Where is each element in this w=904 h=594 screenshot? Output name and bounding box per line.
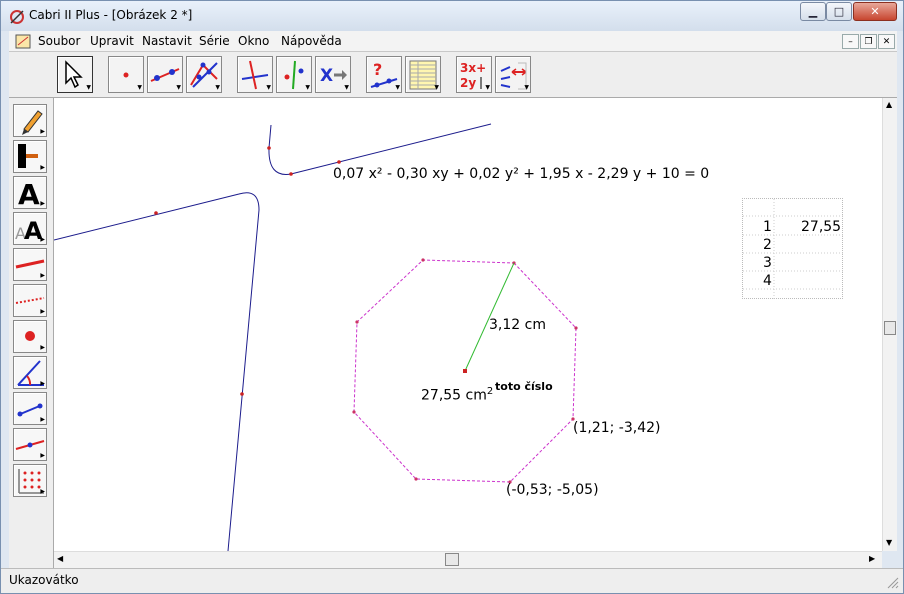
- color-tool-button[interactable]: ▶: [13, 104, 47, 137]
- status-text: Ukazovátko: [9, 573, 79, 587]
- sheet-cell-value[interactable]: 27,55: [801, 219, 841, 235]
- scroll-right-icon[interactable]: ▶: [869, 554, 875, 563]
- point-tool-button[interactable]: ▼: [108, 56, 144, 93]
- horizontal-scroll-thumb[interactable]: [445, 553, 459, 566]
- svg-text:3x+: 3x+: [460, 61, 486, 75]
- doc-restore-button[interactable]: ❐: [860, 34, 877, 49]
- line-thickness-tool-button[interactable]: ▶: [13, 248, 47, 281]
- vertical-scrollbar[interactable]: ▲ ▼: [882, 98, 897, 551]
- menu-bar: Soubor Upravit Nastavit Série Okno Nápov…: [9, 31, 897, 52]
- radius-measure[interactable]: 3,12 cm: [489, 317, 546, 333]
- document-icon[interactable]: [15, 34, 31, 49]
- display-tool-button[interactable]: ▼: [495, 56, 531, 93]
- calculate-tool-button[interactable]: 3x+ 2y ▼: [456, 56, 492, 93]
- point-style-tool-button[interactable]: ▶: [13, 320, 47, 353]
- spreadsheet-grid: [743, 199, 844, 300]
- close-button[interactable]: ✕: [853, 2, 897, 21]
- minimize-icon: ▁: [808, 5, 818, 18]
- maximize-button[interactable]: □: [826, 2, 852, 21]
- menu-napoveda[interactable]: Nápověda: [281, 34, 342, 48]
- tool-bar: ▼ ▼ ▼ ▼ ▼ ▼ X ▼ ? ▼ ▼ 3x+ 2y ▼ ▼: [9, 52, 897, 98]
- scroll-left-icon[interactable]: ◀: [57, 554, 63, 563]
- drawing-canvas[interactable]: 0,07 x² - 0,30 xy + 0,02 y² + 1,95 x - 2…: [54, 98, 882, 551]
- app-window: Cabri II Plus - [Obrázek 2 *] ▁ □ ✕ Soub…: [0, 0, 904, 594]
- cabri-app-icon: [10, 10, 24, 24]
- center-point[interactable]: [463, 369, 467, 373]
- menu-nastavit[interactable]: Nastavit: [142, 34, 192, 48]
- sheet-row-number: 1: [763, 219, 772, 235]
- menu-serie[interactable]: Série: [199, 34, 230, 48]
- area-measure[interactable]: 27,55 cm2: [421, 386, 493, 404]
- conic-branch-lower[interactable]: [54, 192, 260, 551]
- curve-point[interactable]: [337, 160, 341, 164]
- grid-tool-button[interactable]: ▶: [13, 464, 47, 497]
- curve-tool-button[interactable]: ▼: [186, 56, 222, 93]
- attribute-tool-bar: ▶ ▶ A ▶ A A ▶ ▶ ▶ ▶ ▶ ▶ ▶ ▶: [9, 98, 54, 568]
- check-property-tool-button[interactable]: ? ▼: [366, 56, 402, 93]
- line-style-tool-button[interactable]: ▶: [13, 284, 47, 317]
- sheet-row-number: 4: [763, 273, 772, 289]
- curve-point[interactable]: [154, 211, 158, 215]
- menu-okno[interactable]: Okno: [238, 34, 269, 48]
- text-style-tool-button[interactable]: A A ▶: [13, 212, 47, 245]
- maximize-icon: □: [833, 5, 845, 18]
- curve-point[interactable]: [240, 392, 244, 396]
- svg-text:?: ?: [373, 60, 382, 79]
- sheet-row-number: 3: [763, 255, 772, 271]
- vertex-coordinates-1[interactable]: (1,21; -3,42): [573, 420, 661, 436]
- menu-upravit[interactable]: Upravit: [90, 34, 134, 48]
- svg-text:2y: 2y: [460, 76, 476, 90]
- fill-tool-button[interactable]: ▶: [13, 140, 47, 173]
- vertex-coordinates-2[interactable]: (-0,53; -5,05): [506, 482, 599, 498]
- macro-tool-button[interactable]: X ▼: [315, 56, 351, 93]
- scroll-up-icon[interactable]: ▲: [886, 100, 892, 109]
- text-color-tool-button[interactable]: A ▶: [13, 176, 47, 211]
- transform-tool-button[interactable]: ▼: [276, 56, 312, 93]
- title-bar: Cabri II Plus - [Obrázek 2 *] ▁ □ ✕: [1, 1, 903, 31]
- menu-soubor[interactable]: Soubor: [38, 34, 80, 48]
- doc-close-button[interactable]: ✕: [878, 34, 895, 49]
- measure-tool-button[interactable]: ▼: [405, 56, 441, 93]
- svg-text:X: X: [320, 66, 333, 86]
- segment-mark-tool-button[interactable]: ▶: [13, 392, 47, 425]
- construct-tool-button[interactable]: ▼: [237, 56, 273, 93]
- status-bar: Ukazovátko: [1, 568, 903, 593]
- scroll-down-icon[interactable]: ▼: [886, 538, 892, 547]
- conic-equation[interactable]: 0,07 x² - 0,30 xy + 0,02 y² + 1,95 x - 2…: [333, 166, 709, 182]
- window-title: Cabri II Plus - [Obrázek 2 *]: [29, 8, 193, 22]
- area-unit-exponent: 2: [486, 386, 494, 397]
- curve-point[interactable]: [289, 172, 293, 176]
- sheet-row-number: 2: [763, 237, 772, 253]
- vertical-scroll-thumb[interactable]: [884, 321, 896, 335]
- spreadsheet-table[interactable]: 1 27,55 2 3 4: [742, 198, 844, 300]
- close-icon: ✕: [870, 5, 880, 18]
- curve-point[interactable]: [267, 146, 271, 150]
- svg-text:A: A: [18, 178, 40, 208]
- minimize-button[interactable]: ▁: [800, 2, 826, 21]
- area-note-label[interactable]: toto číslo: [495, 380, 553, 393]
- pointer-tool-button[interactable]: ▼: [57, 56, 93, 93]
- area-value: 27,55 cm: [421, 387, 487, 404]
- angle-mark-tool-button[interactable]: ▶: [13, 356, 47, 389]
- modify-appearance-tool-button[interactable]: ▶: [13, 428, 47, 461]
- doc-minimize-button[interactable]: –: [842, 34, 859, 49]
- line-tool-button[interactable]: ▼: [147, 56, 183, 93]
- resize-grip-icon[interactable]: [887, 577, 899, 589]
- horizontal-scrollbar[interactable]: ◀ ▶: [54, 551, 882, 568]
